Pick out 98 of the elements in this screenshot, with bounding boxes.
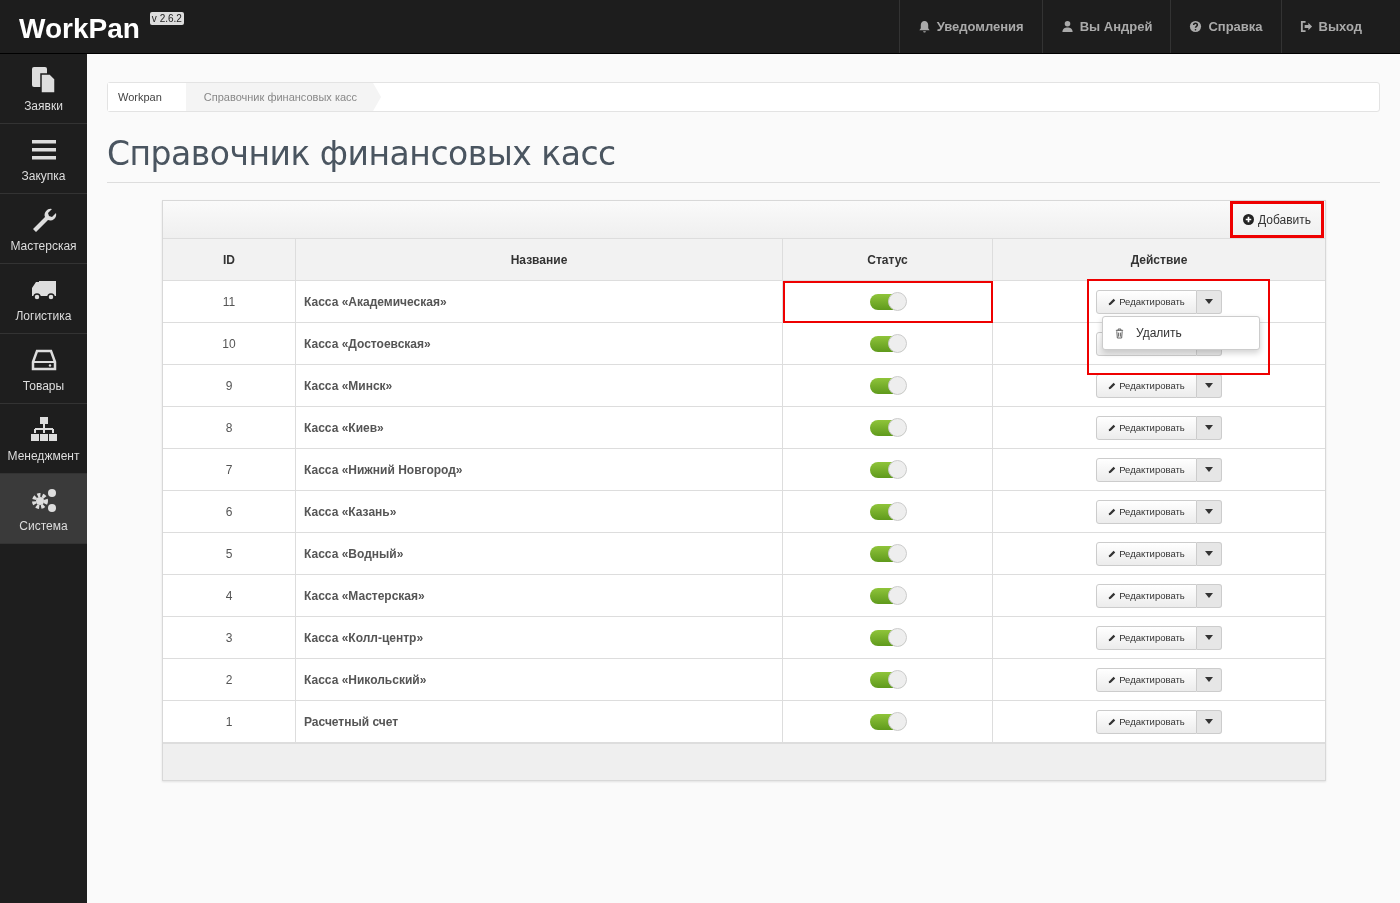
sidebar-item[interactable]: Мастерская bbox=[0, 194, 87, 264]
table-cell: 4 bbox=[163, 574, 296, 617]
caret-icon bbox=[1205, 593, 1213, 598]
edit-button[interactable]: Редактировать bbox=[1096, 583, 1197, 608]
edit-button[interactable]: Редактировать bbox=[1096, 499, 1197, 524]
sidebar-item[interactable]: Заявки bbox=[0, 54, 87, 124]
caret-icon bbox=[1205, 299, 1213, 304]
dropdown-toggle[interactable] bbox=[1197, 709, 1222, 734]
table-cell: 3 bbox=[163, 616, 296, 659]
table-cell: 11 bbox=[163, 280, 296, 323]
status-toggle[interactable] bbox=[869, 545, 906, 562]
nav-link[interactable]: Вы Андрей bbox=[1041, 0, 1171, 53]
caret-icon bbox=[1205, 467, 1213, 472]
plus-circle-icon bbox=[1242, 214, 1254, 225]
dropdown-toggle[interactable] bbox=[1197, 289, 1222, 314]
nav-link[interactable]: Выход bbox=[1280, 0, 1400, 53]
pencil-icon bbox=[1108, 381, 1117, 390]
dropdown-toggle[interactable] bbox=[1197, 373, 1222, 398]
status-toggle[interactable] bbox=[869, 461, 906, 478]
status-toggle[interactable] bbox=[869, 503, 906, 520]
table-cell: Касса «Водный» bbox=[295, 532, 783, 575]
caret-icon bbox=[1205, 677, 1213, 682]
column-header: ID bbox=[163, 239, 296, 281]
sidebar-item[interactable]: Товары bbox=[0, 334, 87, 404]
table-cell: Касса «Казань» bbox=[295, 490, 783, 533]
table-cell: Касса «Мастерская» bbox=[295, 574, 783, 617]
table-cell: 8 bbox=[163, 406, 296, 449]
dropdown-toggle[interactable] bbox=[1197, 625, 1222, 650]
logo[interactable]: WorkPan bbox=[19, 13, 140, 45]
edit-button[interactable]: Редактировать bbox=[1096, 457, 1197, 482]
table-cell: Касса «Никольский» bbox=[295, 658, 783, 701]
pencil-icon bbox=[1108, 465, 1117, 474]
table-cell: Касса «Колл-центр» bbox=[295, 616, 783, 659]
sign-out-icon bbox=[1299, 20, 1313, 33]
caret-icon bbox=[1205, 383, 1213, 388]
pencil-icon bbox=[1108, 549, 1117, 558]
add-button[interactable]: Добавить bbox=[1229, 201, 1324, 238]
table-cell: Касса «Минск» bbox=[295, 364, 783, 407]
page-title: Справочник финансовых касс bbox=[107, 134, 1380, 183]
caret-icon bbox=[1205, 551, 1213, 556]
pencil-icon bbox=[1108, 423, 1117, 432]
table-cell: 5 bbox=[163, 532, 296, 575]
pencil-icon bbox=[1108, 675, 1117, 684]
table-cell: Касса «Академическая» bbox=[295, 280, 783, 323]
table-cell: 7 bbox=[163, 448, 296, 491]
status-toggle[interactable] bbox=[869, 377, 906, 394]
version-badge: v 2.6.2 bbox=[149, 12, 184, 25]
status-toggle[interactable] bbox=[869, 713, 906, 730]
table-cell: Касса «Достоевская» bbox=[295, 322, 783, 365]
user-icon bbox=[1060, 20, 1074, 33]
table-cell: Расчетный счет bbox=[295, 700, 783, 743]
status-toggle[interactable] bbox=[869, 587, 906, 604]
pencil-icon bbox=[1108, 591, 1117, 600]
status-toggle[interactable] bbox=[869, 293, 906, 310]
sidebar-item[interactable]: Закупка bbox=[0, 124, 87, 194]
edit-button[interactable]: Редактировать bbox=[1096, 415, 1197, 440]
table-cell: 1 bbox=[163, 700, 296, 743]
edit-button[interactable]: Редактировать bbox=[1096, 541, 1197, 566]
status-toggle[interactable] bbox=[869, 629, 906, 646]
column-header: Действие bbox=[992, 239, 1325, 281]
table-cell: 9 bbox=[163, 364, 296, 407]
nav-link[interactable]: Уведомления bbox=[898, 0, 1042, 53]
caret-icon bbox=[1205, 719, 1213, 724]
table-cell: Касса «Нижний Новгород» bbox=[295, 448, 783, 491]
sidebar-item[interactable]: Логистика bbox=[0, 264, 87, 334]
sidebar-item[interactable]: Система bbox=[0, 474, 87, 544]
pencil-icon bbox=[1108, 717, 1117, 726]
menu-item[interactable]: Удалить bbox=[1103, 322, 1259, 344]
status-toggle[interactable] bbox=[869, 419, 906, 436]
dropdown-toggle[interactable] bbox=[1197, 499, 1222, 524]
table-cell: 2 bbox=[163, 658, 296, 701]
dropdown-toggle[interactable] bbox=[1197, 667, 1222, 692]
edit-button[interactable]: Редактировать bbox=[1096, 709, 1197, 734]
pencil-icon bbox=[1108, 633, 1117, 642]
edit-button[interactable]: Редактировать bbox=[1096, 289, 1197, 314]
dropdown-toggle[interactable] bbox=[1197, 541, 1222, 566]
edit-button[interactable]: Редактировать bbox=[1096, 373, 1197, 398]
dropdown-toggle[interactable] bbox=[1197, 457, 1222, 482]
nav-link[interactable]: Справка bbox=[1170, 0, 1281, 53]
edit-button[interactable]: Редактировать bbox=[1096, 625, 1197, 650]
pencil-icon bbox=[1108, 297, 1117, 306]
status-toggle[interactable] bbox=[869, 335, 906, 352]
status-toggle[interactable] bbox=[869, 671, 906, 688]
table-cell: 10 bbox=[163, 322, 296, 365]
table-cell: Касса «Киев» bbox=[295, 406, 783, 449]
caret-icon bbox=[1205, 635, 1213, 640]
column-header: Статус bbox=[782, 239, 993, 281]
dropdown-toggle[interactable] bbox=[1197, 583, 1222, 608]
bell-icon bbox=[917, 20, 931, 33]
column-header: Название bbox=[295, 239, 783, 281]
caret-icon bbox=[1205, 425, 1213, 430]
caret-icon bbox=[1205, 509, 1213, 514]
dropdown-toggle[interactable] bbox=[1197, 415, 1222, 440]
table-cell: 6 bbox=[163, 490, 296, 533]
help-icon bbox=[1189, 20, 1203, 33]
trash-icon bbox=[1115, 327, 1124, 339]
edit-button[interactable]: Редактировать bbox=[1096, 667, 1197, 692]
pencil-icon bbox=[1108, 507, 1117, 516]
